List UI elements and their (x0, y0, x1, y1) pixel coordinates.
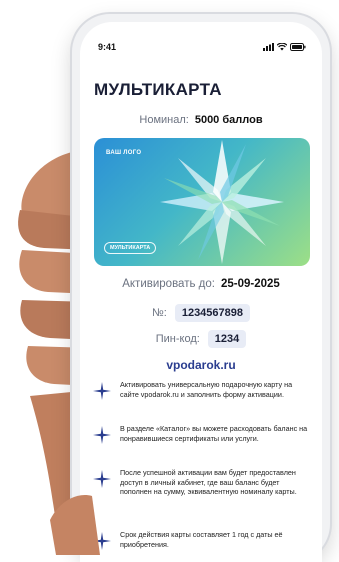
card-number-value: 1234567898 (174, 304, 251, 322)
card-logo-text: ВАШ ЛОГО (106, 150, 142, 156)
activate-label: Активировать до: (122, 278, 215, 290)
pin-label: Пин-код: (155, 333, 200, 345)
site-link[interactable]: vpodarok.ru (80, 358, 322, 372)
status-icons (263, 43, 306, 51)
gift-card-image: ВАШ ЛОГО МУЛЬТИКАРТА (94, 138, 310, 266)
instruction-text: В разделе «Каталог» вы можете расходоват… (120, 424, 308, 443)
pin-value: 1234 (207, 330, 247, 348)
star-bullet-icon (93, 382, 111, 400)
pin-row: Пин-код: 1234 (80, 330, 322, 348)
star-bullet-icon (93, 470, 111, 488)
star-bullet-icon (93, 532, 111, 550)
battery-icon (290, 43, 306, 51)
wifi-icon (277, 43, 287, 51)
instruction-text: Активировать универсальную подарочную ка… (120, 380, 293, 399)
instruction-text: После успешной активации вам будет предо… (120, 468, 297, 496)
status-time: 9:41 (98, 42, 117, 52)
phone-frame: 9:41 МУЛЬТИКАРТА Номинал: 5000 баллов ВА… (72, 14, 330, 562)
phone-screen: 9:41 МУЛЬТИКАРТА Номинал: 5000 баллов ВА… (80, 22, 322, 562)
status-bar: 9:41 (98, 40, 306, 54)
star-bullet-icon (93, 426, 111, 444)
card-number-row: №: 1234567898 (80, 304, 322, 322)
instruction-item: После успешной активации вам будет предо… (92, 468, 312, 497)
nominal-row: Номинал: 5000 баллов (80, 114, 322, 126)
card-badge: МУЛЬТИКАРТА (104, 242, 157, 254)
instruction-item: Активировать универсальную подарочную ка… (92, 380, 312, 401)
page-title: МУЛЬТИКАРТА (94, 80, 222, 99)
instruction-item: В разделе «Каталог» вы можете расходоват… (92, 424, 312, 445)
instruction-text: Срок действия карты составляет 1 год с д… (120, 530, 283, 549)
nominal-value: 5000 баллов (194, 114, 263, 126)
card-number-label: №: (151, 307, 167, 319)
activate-row: Активировать до: 25-09-2025 (80, 278, 322, 290)
activate-date: 25-09-2025 (220, 278, 280, 290)
instruction-item: Срок действия карты составляет 1 год с д… (92, 530, 312, 551)
nominal-label: Номинал: (139, 114, 189, 126)
signal-icon (263, 43, 274, 51)
